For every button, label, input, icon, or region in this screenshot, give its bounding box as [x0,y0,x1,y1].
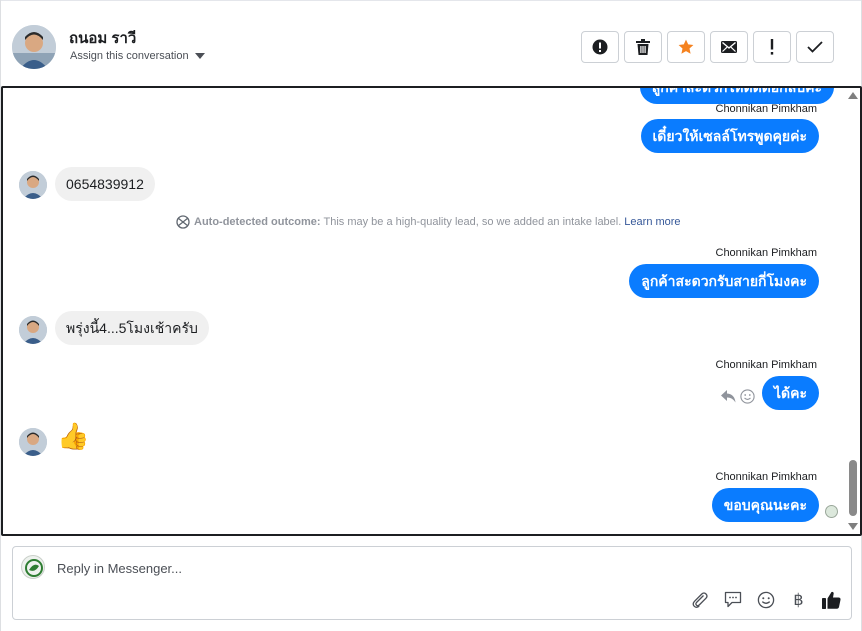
mark-done-button[interactable] [796,31,834,63]
contact-avatar[interactable] [12,25,56,69]
email-button[interactable] [710,31,748,63]
payment-button[interactable]: ฿ [789,590,808,609]
message-bubble-outgoing[interactable]: ลูกค้าสะดวกให้ติดต่อกลับค่ะ [639,88,834,104]
conversation-thread[interactable]: ลูกค้าสะดวกให้ติดต่อกลับค่ะ Chonnikan Pi… [1,86,862,536]
alert-icon [592,39,608,55]
assign-conversation-dropdown[interactable]: Assign this conversation [70,50,205,62]
message-hover-actions [721,389,755,404]
saved-reply-icon [724,591,741,608]
baht-icon: ฿ [793,591,804,609]
sender-name: Chonnikan Pimkham [715,103,818,115]
lead-detection-icon [176,215,190,229]
messenger-inbox: ถนอม ราวี Assign this conversation ลูกค้… [0,0,862,631]
message-bubble-outgoing[interactable]: เดี๋ยวให้เซลล์โทรพูดคุยค่ะ [640,119,819,153]
trash-icon [636,39,650,55]
star-icon [678,39,694,54]
scrollbar-thumb[interactable] [849,460,857,516]
react-emoji-icon[interactable] [740,389,755,404]
page-avatar [21,555,45,579]
caret-down-icon [194,53,205,59]
sender-name: Chonnikan Pimkham [715,471,818,483]
emoji-icon [757,591,774,608]
saved-replies-button[interactable] [723,590,742,609]
sender-name: Chonnikan Pimkham [715,247,818,259]
message-bubble-incoming[interactable]: พรุ่งนี้4...5โมงเช้าครับ [55,311,209,345]
notice-bold: Auto-detected outcome: [194,216,321,228]
attach-button[interactable] [690,590,709,609]
mail-icon [721,41,737,53]
message-bubble-outgoing[interactable]: ขอบคุณนะคะ [711,488,819,522]
mark-spam-button[interactable] [753,31,791,63]
auto-detected-outcome-notice: Auto-detected outcome: This may be a hig… [175,215,681,229]
message-bubble-outgoing[interactable]: ลูกค้าสะดวกรับสายกี่โมงคะ [629,264,819,298]
scroll-up-arrow[interactable] [848,92,858,99]
notice-text: This may be a high-quality lead, so we a… [323,216,622,228]
scroll-down-arrow[interactable] [848,523,858,530]
reply-icon[interactable] [721,390,736,403]
conversation-header: ถนอม ราวี Assign this conversation [1,0,861,86]
message-bubble-incoming[interactable]: 0654839912 [55,167,155,201]
conversation-actions [581,31,834,63]
emoji-button[interactable] [756,590,775,609]
message-bubble-outgoing[interactable]: ได้คะ [761,376,819,410]
customer-avatar[interactable] [19,316,47,344]
exclamation-icon [770,39,774,55]
learn-more-link[interactable]: Learn more [624,216,680,228]
delete-button[interactable] [624,31,662,63]
star-button[interactable] [667,31,705,63]
message-thumbs-up-emoji[interactable]: 👍 [57,421,89,451]
reply-input[interactable] [57,557,657,579]
check-icon [807,41,823,53]
customer-avatar[interactable] [19,171,47,199]
seen-receipt-avatar [825,505,838,518]
reply-composer: ฿ [12,546,852,620]
customer-avatar[interactable] [19,428,47,456]
like-button[interactable] [822,590,841,609]
assign-label: Assign this conversation [70,50,189,62]
contact-name: ถนอม ราวี [69,30,137,47]
composer-tools: ฿ [690,590,841,609]
sender-name: Chonnikan Pimkham [715,359,818,371]
like-icon [822,591,841,609]
attach-icon [692,591,708,608]
alert-button[interactable] [581,31,619,63]
